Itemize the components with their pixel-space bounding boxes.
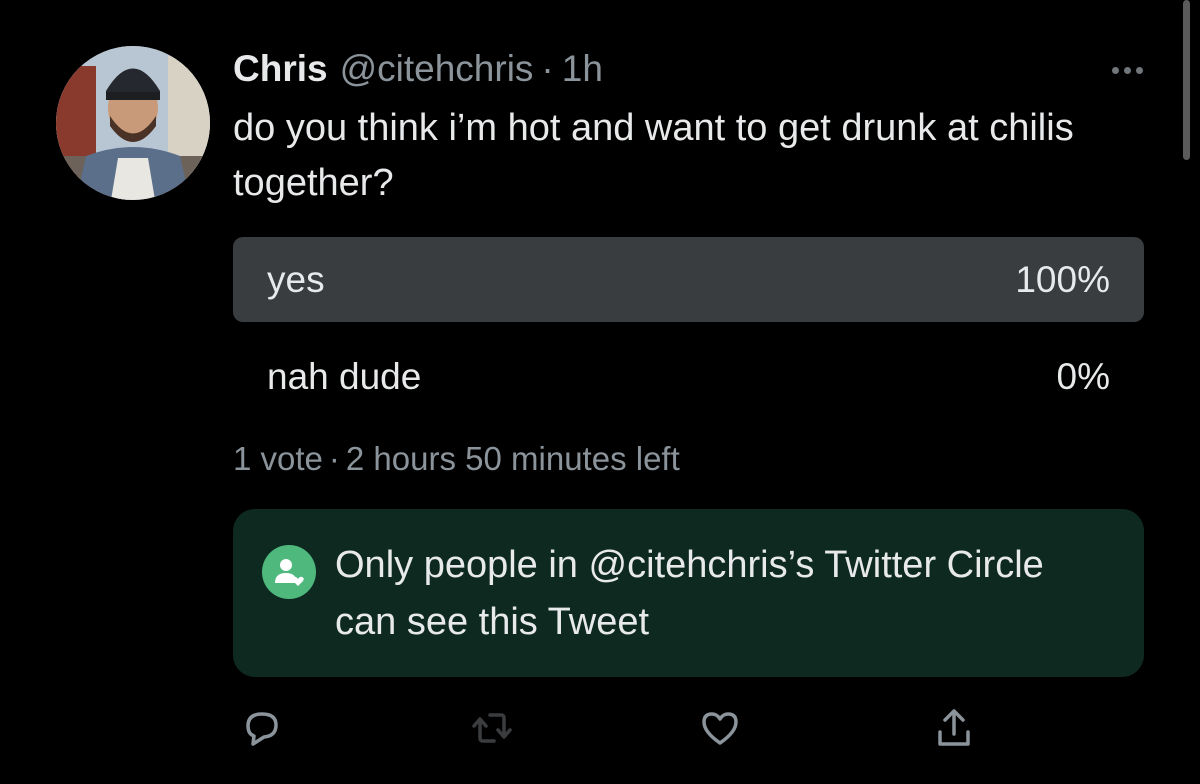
share-icon bbox=[938, 709, 970, 746]
more-dots-icon bbox=[1112, 66, 1119, 74]
reply-button[interactable] bbox=[234, 700, 290, 756]
avatar[interactable] bbox=[56, 46, 210, 200]
poll-option-percent: 0% bbox=[1056, 356, 1110, 397]
more-dots-icon bbox=[1136, 66, 1143, 74]
poll-option-percent: 100% bbox=[1015, 259, 1110, 300]
poll-meta-separator: · bbox=[328, 440, 340, 477]
poll-result-bar bbox=[233, 237, 1144, 322]
twitter-circle-notice[interactable]: Only people in @citehchris’s Twitter Cir… bbox=[233, 509, 1144, 677]
author-handle[interactable]: @citehchris bbox=[340, 48, 534, 90]
retweet-icon bbox=[472, 713, 512, 743]
twitter-circle-icon bbox=[262, 545, 316, 599]
tweet-actions bbox=[0, 700, 1200, 760]
avatar-image bbox=[56, 46, 210, 200]
tweet-header: Chris @citehchris · 1h bbox=[233, 40, 1145, 98]
more-options-button[interactable] bbox=[1095, 50, 1143, 90]
tweet-page: Chris @citehchris · 1h do you think i’m … bbox=[0, 0, 1200, 784]
poll-vote-count: 1 vote bbox=[233, 440, 323, 477]
like-button[interactable] bbox=[692, 700, 748, 756]
author-name[interactable]: Chris bbox=[233, 48, 328, 90]
tweet-text: do you think i’m hot and want to get dru… bbox=[233, 107, 1074, 204]
poll: yes 100% nah dude 0% bbox=[233, 237, 1144, 431]
more-dots-icon bbox=[1124, 66, 1131, 74]
scrollbar[interactable] bbox=[1183, 0, 1190, 160]
poll-option-label: nah dude bbox=[267, 356, 422, 397]
reply-icon bbox=[246, 712, 278, 746]
tweet-timestamp[interactable]: 1h bbox=[562, 48, 603, 90]
retweet-button[interactable] bbox=[464, 700, 520, 756]
poll-meta: 1 vote · 2 hours 50 minutes left bbox=[233, 440, 680, 478]
tweet-content: Chris @citehchris · 1h do you think i’m … bbox=[233, 40, 1145, 211]
share-button[interactable] bbox=[926, 700, 982, 756]
poll-time-left: 2 hours 50 minutes left bbox=[345, 440, 680, 477]
heart-icon bbox=[702, 712, 738, 745]
header-separator: · bbox=[541, 48, 554, 89]
circle-notice-text: Only people in @citehchris’s Twitter Cir… bbox=[335, 544, 1044, 643]
poll-option-nah-dude: nah dude 0% bbox=[233, 334, 1144, 419]
poll-option-label: yes bbox=[267, 259, 325, 300]
poll-option-yes: yes 100% bbox=[233, 237, 1144, 322]
